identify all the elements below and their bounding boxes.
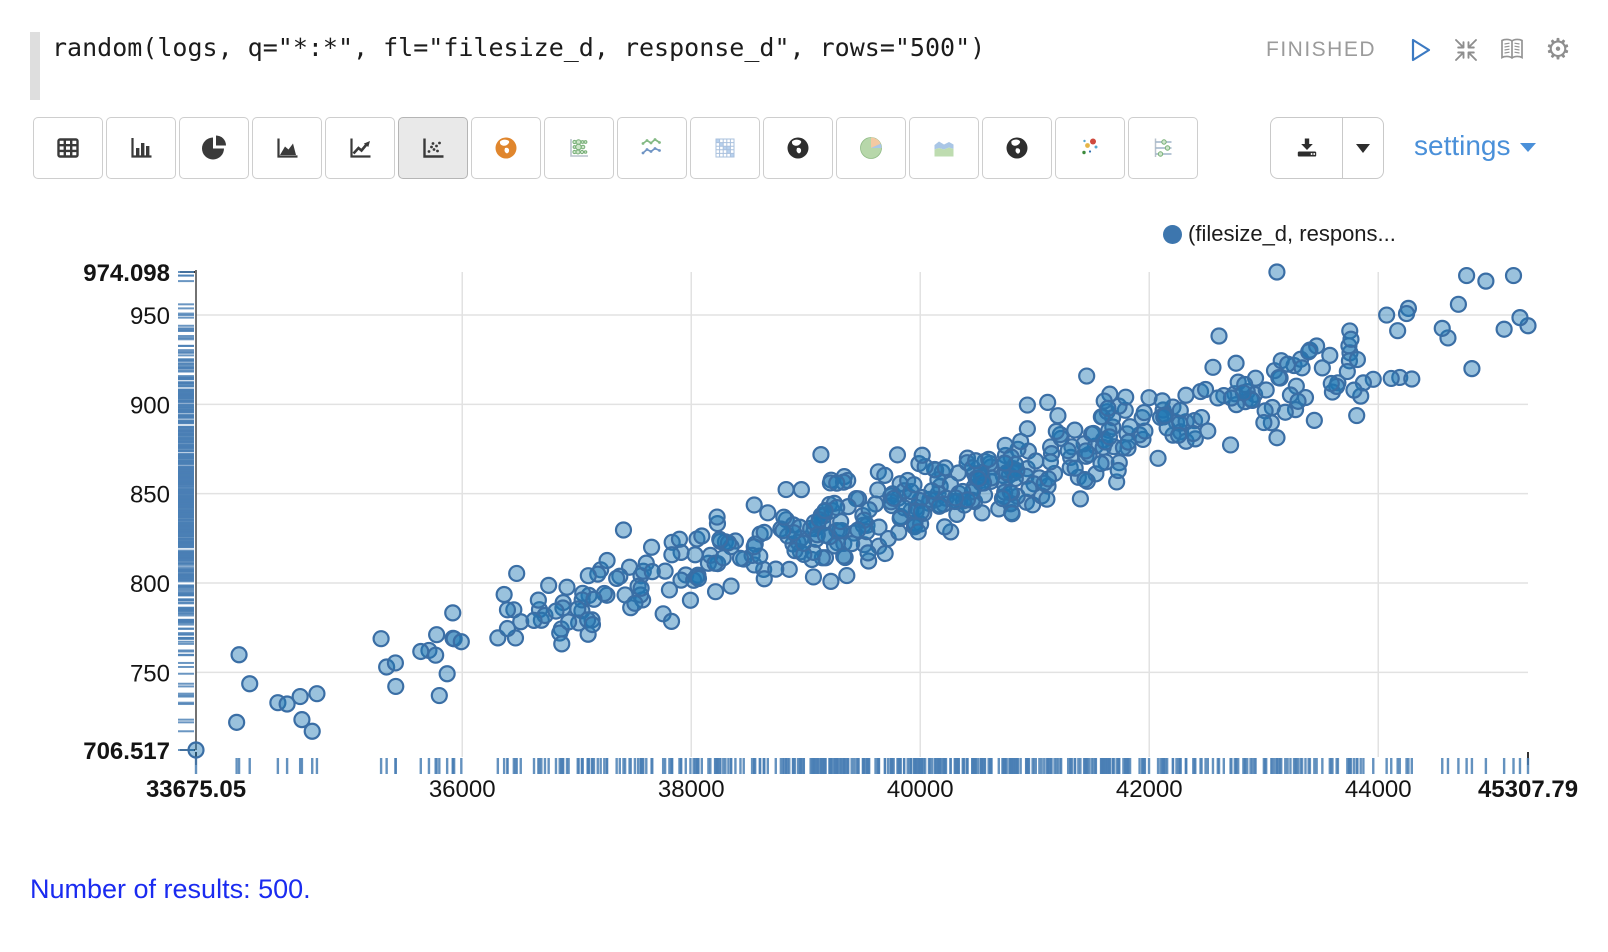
viz-bar-chart-button[interactable] bbox=[106, 117, 176, 179]
viz-area-chart-button[interactable] bbox=[252, 117, 322, 179]
svg-text:706.517: 706.517 bbox=[83, 738, 170, 765]
zeppelin-paragraph: { "paragraph": { "code": "random(logs, q… bbox=[0, 0, 1608, 952]
code-editor[interactable]: random(logs, q="*:*", fl="filesize_d, re… bbox=[52, 33, 1202, 62]
status-badge: FINISHED bbox=[1266, 38, 1376, 62]
pie-pastel-icon bbox=[858, 135, 884, 161]
bar-chart-icon bbox=[128, 135, 154, 161]
svg-text:40000: 40000 bbox=[887, 776, 954, 803]
svg-text:38000: 38000 bbox=[658, 776, 725, 803]
svg-text:800: 800 bbox=[130, 571, 170, 598]
table-icon bbox=[55, 135, 81, 161]
viz-interval-sliders-button[interactable] bbox=[1128, 117, 1198, 179]
viz-matrix-heatmap-button[interactable] bbox=[690, 117, 760, 179]
svg-text:44000: 44000 bbox=[1345, 776, 1412, 803]
settings-toggle[interactable]: settings bbox=[1414, 130, 1536, 162]
viz-multi-line-button[interactable] bbox=[617, 117, 687, 179]
chart-legend-item[interactable]: (filesize_d, respons... bbox=[1163, 221, 1396, 247]
settings-caret-icon bbox=[1520, 143, 1536, 152]
book-icon bbox=[1497, 35, 1527, 65]
svg-text:42000: 42000 bbox=[1116, 776, 1183, 803]
viz-scatter-button[interactable] bbox=[398, 117, 468, 179]
download-button[interactable] bbox=[1270, 117, 1342, 179]
viz-line-chart-button[interactable] bbox=[325, 117, 395, 179]
viz-toolbar bbox=[33, 117, 1198, 179]
globe-orange-icon bbox=[493, 135, 519, 161]
svg-text:36000: 36000 bbox=[429, 776, 496, 803]
viz-geo-map-button[interactable] bbox=[471, 117, 541, 179]
download-options-button[interactable] bbox=[1342, 117, 1384, 179]
chevron-down-icon bbox=[1356, 144, 1370, 153]
download-icon bbox=[1294, 135, 1320, 161]
viz-globe-button[interactable] bbox=[763, 117, 833, 179]
svg-text:850: 850 bbox=[130, 482, 170, 509]
stacked-area-icon bbox=[931, 135, 957, 161]
minimize-button[interactable] bbox=[1450, 34, 1482, 66]
svg-text:950: 950 bbox=[130, 303, 170, 330]
viz-stacked-area-button[interactable] bbox=[909, 117, 979, 179]
viz-bubble-cloud-button[interactable] bbox=[1055, 117, 1125, 179]
pie-chart-icon bbox=[201, 135, 227, 161]
bubble-matrix-icon bbox=[566, 135, 592, 161]
svg-text:750: 750 bbox=[130, 660, 170, 687]
multi-line-icon bbox=[639, 135, 665, 161]
minimize-icon bbox=[1451, 35, 1481, 65]
bubble-cloud-icon bbox=[1077, 135, 1103, 161]
legend-dot-icon bbox=[1163, 225, 1182, 244]
scatter-chart-svg: 950 900 850 800 750 974.098 706.517 36000 38000 4… bbox=[0, 245, 1600, 815]
gear-icon: ⚙ bbox=[1545, 35, 1571, 65]
paragraph-settings-button[interactable]: ⚙ bbox=[1542, 34, 1574, 66]
viz-bubble-matrix-button[interactable] bbox=[544, 117, 614, 179]
area-chart-icon bbox=[274, 135, 300, 161]
versions-button[interactable] bbox=[1496, 34, 1528, 66]
viz-pie-pastel-button[interactable] bbox=[836, 117, 906, 179]
interval-sliders-icon bbox=[1150, 135, 1176, 161]
settings-label: settings bbox=[1414, 130, 1511, 162]
globe-black-2-icon bbox=[1004, 135, 1030, 161]
run-button[interactable] bbox=[1404, 34, 1436, 66]
play-icon bbox=[1405, 35, 1435, 65]
svg-text:974.098: 974.098 bbox=[83, 260, 170, 287]
line-chart-icon bbox=[347, 135, 373, 161]
scatter-icon bbox=[420, 135, 446, 161]
viz-pie-chart-button[interactable] bbox=[179, 117, 249, 179]
matrix-heatmap-icon bbox=[712, 135, 738, 161]
download-split-button bbox=[1270, 117, 1384, 179]
viz-globe-2-button[interactable] bbox=[982, 117, 1052, 179]
svg-text:33675.05: 33675.05 bbox=[146, 776, 246, 803]
globe-black-icon bbox=[785, 135, 811, 161]
legend-label: (filesize_d, respons... bbox=[1188, 221, 1396, 247]
results-count-text: Number of results: 500. bbox=[30, 874, 311, 905]
editor-gutter bbox=[30, 32, 40, 100]
svg-text:45307.79: 45307.79 bbox=[1478, 776, 1578, 803]
paragraph-actions: ⚙ bbox=[1404, 34, 1574, 66]
scatter-chart: 950 900 850 800 750 974.098 706.517 36000 38000 4… bbox=[0, 245, 1600, 815]
svg-text:900: 900 bbox=[130, 392, 170, 419]
viz-table-button[interactable] bbox=[33, 117, 103, 179]
